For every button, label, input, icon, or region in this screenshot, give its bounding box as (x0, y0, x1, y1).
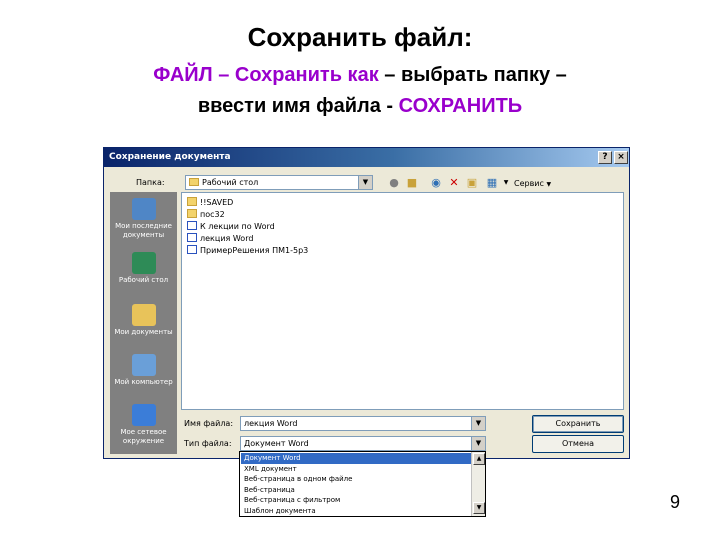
file-name: К лекции по Word (200, 222, 275, 231)
tools-chevron-icon: ▼ (546, 181, 552, 188)
close-button[interactable]: × (614, 151, 628, 164)
dropdown-option[interactable]: Шаблон документа (241, 506, 471, 517)
instruction-line-1: ФАЙЛ – Сохранить как – выбрать папку – (0, 60, 720, 90)
save-command-text: СОХРАНИТЬ (398, 95, 523, 117)
file-name: пос32 (200, 210, 225, 219)
up-folder-icon[interactable]: ■ (405, 176, 419, 190)
menu-path-text: ФАЙЛ – Сохранить как (153, 64, 379, 86)
dropdown-option[interactable]: Документ Word (241, 453, 471, 464)
list-item[interactable]: !!SAVED (187, 197, 233, 208)
help-button[interactable]: ? (598, 151, 612, 164)
scroll-up-icon[interactable]: ▲ (473, 453, 485, 465)
filename-value: лекция Word (244, 419, 298, 428)
list-item[interactable]: пос32 (187, 209, 225, 220)
instruction-text-1: – выбрать папку – (378, 64, 567, 86)
folder-icon (187, 209, 197, 218)
file-name: !!SAVED (200, 198, 234, 207)
views-icon[interactable]: ▦ (485, 176, 499, 190)
chevron-down-icon: ▼ (358, 176, 372, 189)
filetype-value: Документ Word (244, 439, 309, 448)
folder-label: Папка: (136, 178, 165, 187)
views-chevron-icon[interactable]: ▼ (499, 176, 513, 190)
back-icon[interactable]: ● (387, 176, 401, 190)
file-name: лекция Word (200, 234, 254, 243)
tools-label: Сервис (514, 179, 544, 188)
place-recent[interactable]: Мои последние документы (111, 195, 176, 247)
file-list[interactable]: !!SAVED пос32 К лекции по Word лекция Wo… (181, 192, 624, 410)
instruction-text-2: ввести имя файла - (197, 95, 399, 117)
dialog-title: Сохранение документа (109, 152, 231, 162)
dropdown-option[interactable]: Веб-страница в одном файле (241, 474, 471, 485)
places-bar: Мои последние документы Рабочий стол Мои… (110, 192, 177, 454)
my-computer-icon (131, 354, 156, 376)
place-my-computer[interactable]: Мой компьютер (111, 351, 176, 403)
word-document-icon (187, 245, 197, 254)
my-documents-icon (131, 304, 156, 326)
slide-title: Сохранить файл: (247, 22, 473, 52)
word-document-icon (187, 233, 197, 242)
recent-documents-icon (131, 198, 156, 220)
delete-icon[interactable]: ✕ (447, 176, 461, 190)
folder-value: Рабочий стол (202, 178, 259, 187)
chevron-down-icon: ▼ (471, 437, 485, 450)
word-document-icon (187, 221, 197, 230)
list-item[interactable]: ПримерРешения ПМ1-5р3 (187, 245, 308, 256)
place-label: Мой компьютер (114, 378, 173, 386)
filename-input[interactable]: лекция Word ▼ (240, 416, 486, 431)
filetype-dropdown-list[interactable]: Документ Word XML документ Веб-страница … (239, 451, 486, 517)
filename-label: Имя файла: (184, 419, 234, 428)
place-my-documents[interactable]: Мои документы (111, 301, 176, 353)
save-button[interactable]: Сохранить (532, 415, 624, 433)
dropdown-scrollbar[interactable]: ▲ ▼ (471, 452, 485, 516)
desktop-folder-icon (189, 178, 199, 186)
page-number: 9 (669, 492, 680, 512)
network-icon (131, 404, 156, 426)
filetype-select[interactable]: Документ Word ▼ (240, 436, 486, 451)
folder-select[interactable]: Рабочий стол ▼ (185, 175, 373, 190)
list-item[interactable]: К лекции по Word (187, 221, 275, 232)
dropdown-option[interactable]: Веб-страница (241, 485, 471, 496)
place-label: Мои последние документы (115, 222, 172, 239)
folder-icon (187, 197, 197, 206)
dropdown-option[interactable]: Веб-страница с фильтром (241, 495, 471, 506)
place-label: Мое сетевое окружение (120, 428, 167, 445)
place-label: Рабочий стол (118, 276, 169, 284)
chevron-down-icon: ▼ (471, 417, 485, 430)
file-name: ПримерРешения ПМ1-5р3 (200, 246, 309, 255)
cancel-button[interactable]: Отмена (532, 435, 624, 453)
place-network[interactable]: Мое сетевое окружение (111, 401, 176, 453)
instruction-line-2: ввести имя файла - СОХРАНИТЬ (0, 91, 720, 121)
list-item[interactable]: лекция Word (187, 233, 253, 244)
new-folder-icon[interactable]: ▣ (465, 176, 479, 190)
desktop-icon (131, 252, 156, 274)
search-web-icon[interactable]: ◉ (429, 176, 443, 190)
scroll-down-icon[interactable]: ▼ (473, 502, 485, 514)
save-dialog: Сохранение документа ? × Папка: Рабочий … (103, 147, 630, 459)
filetype-label: Тип файла: (184, 439, 232, 448)
dropdown-option[interactable]: XML документ (241, 464, 471, 475)
dialog-titlebar: Сохранение документа (104, 148, 629, 167)
place-desktop[interactable]: Рабочий стол (111, 249, 176, 301)
tools-menu[interactable]: Сервис ▼ (514, 179, 551, 188)
place-label: Мои документы (114, 328, 173, 336)
